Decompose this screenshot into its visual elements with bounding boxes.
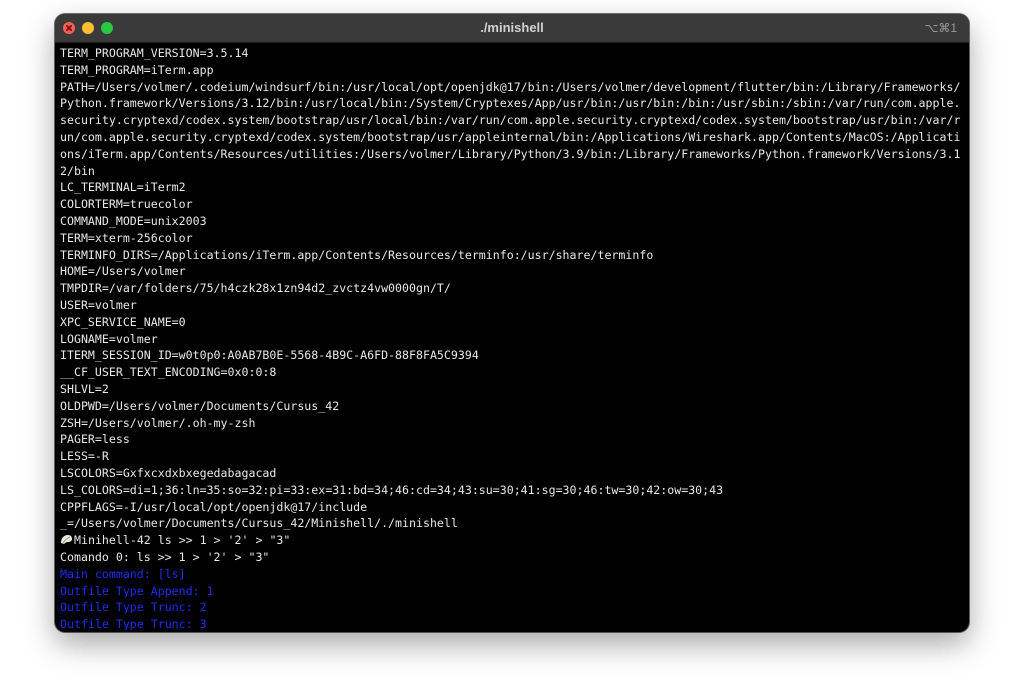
debug-line: Main command: [ls] (60, 566, 186, 581)
command-echo-line: Comando 0: ls >> 1 > '2' > "3" (60, 549, 270, 564)
prompt-label: Minihell-42 (74, 533, 151, 548)
output-line: COMMAND_MODE=unix2003 (60, 213, 207, 228)
output-line: __CF_USER_TEXT_ENCODING=0x0:0:8 (60, 365, 277, 380)
output-line: LESS=-R (60, 449, 109, 464)
output-line: TERM_PROGRAM_VERSION=3.5.14 (60, 46, 249, 60)
terminal-window: ./minishell ⌥⌘1 TERM_PROGRAM_VERSION=3.5… (55, 14, 969, 632)
output-line: ZSH=/Users/volmer/.oh-my-zsh (60, 415, 256, 430)
output-line: TMPDIR=/var/folders/75/h4czk28x1zn94d2_z… (60, 281, 451, 296)
output-line: ITERM_SESSION_ID=w0t0p0:A0AB7B0E-5568-4B… (60, 348, 479, 363)
output-line: USER=volmer (60, 297, 137, 312)
output-line: LOGNAME=volmer (60, 331, 158, 346)
tab-shortcut-label: ⌥⌘1 (924, 21, 957, 35)
output-line: SHLVL=2 (60, 381, 109, 396)
output-line: CPPFLAGS=-I/usr/local/opt/openjdk@17/inc… (60, 499, 368, 514)
output-line: PATH=/Users/volmer/.codeium/windsurf/bin… (60, 79, 961, 178)
output-line: LSCOLORS=Gxfxcxdxbxegedabagacad (60, 465, 277, 480)
output-line: LS_COLORS=di=1;36:ln=35:so=32:pi=33:ex=3… (60, 482, 724, 497)
prompt-line: Minihell-42 ls >> 1 > '2' > "3" (60, 532, 964, 549)
output-line: TERM=xterm-256color (60, 230, 193, 245)
output-line: PAGER=less (60, 432, 130, 447)
debug-line: Outfile Type Append: 1 (60, 583, 214, 598)
output-line: XPC_SERVICE_NAME=0 (60, 314, 186, 329)
terminal-output[interactable]: TERM_PROGRAM_VERSION=3.5.14 TERM_PROGRAM… (60, 45, 964, 630)
output-line: OLDPWD=/Users/volmer/Documents/Cursus_42 (60, 398, 340, 413)
shell-prompt-icon (61, 535, 72, 545)
debug-line: Outfile Type Trunc: 3 (60, 617, 207, 630)
output-line: TERM_PROGRAM=iTerm.app (60, 62, 214, 77)
output-line: HOME=/Users/volmer (60, 264, 186, 279)
debug-line: Outfile Type Trunc: 2 (60, 600, 207, 615)
output-line: TERMINFO_DIRS=/Applications/iTerm.app/Co… (60, 247, 654, 262)
window-title: ./minishell (480, 20, 544, 35)
output-line: LC_TERMINAL=iTerm2 (60, 180, 186, 195)
entered-command: ls >> 1 > '2' > "3" (150, 533, 291, 548)
output-line: _=/Users/volmer/Documents/Cursus_42/Mini… (60, 516, 458, 531)
output-line: COLORTERM=truecolor (60, 197, 193, 212)
title-bar: ./minishell ⌥⌘1 (55, 14, 969, 43)
